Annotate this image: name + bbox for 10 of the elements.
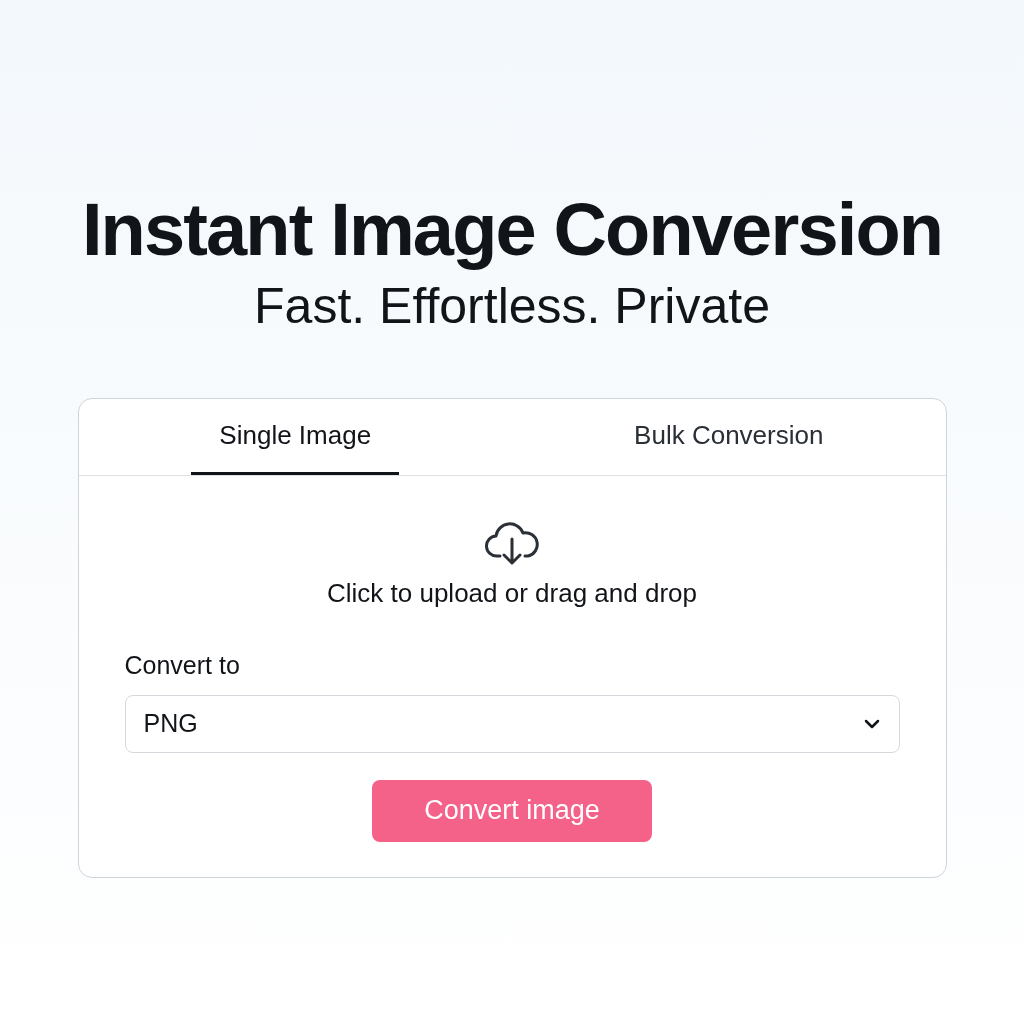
chevron-down-icon <box>862 717 881 730</box>
format-label: Convert to <box>124 650 241 681</box>
cloud-download-icon <box>485 520 539 566</box>
tab[interactable]: Single Image <box>191 399 400 475</box>
page-subtitle: Fast. Effortless. Private <box>254 277 770 336</box>
tab[interactable]: Bulk Conversion <box>606 399 852 475</box>
upload-text: Click to upload or drag and drop <box>327 577 697 610</box>
format-select[interactable]: PNG <box>124 694 900 753</box>
upload-area[interactable]: Click to upload or drag and drop <box>78 520 946 613</box>
page-title: Instant Image Conversion <box>81 188 943 272</box>
